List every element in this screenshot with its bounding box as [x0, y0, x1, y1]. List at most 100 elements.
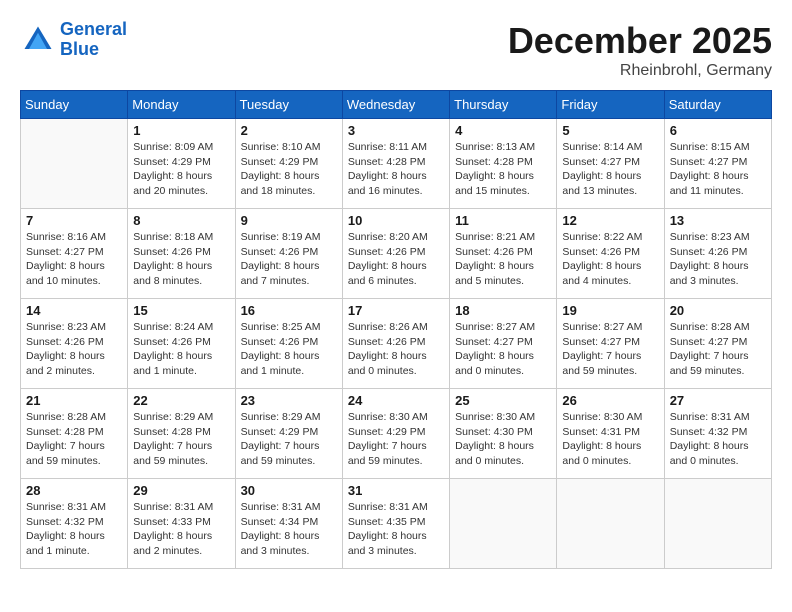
day-number: 22 [133, 393, 229, 408]
calendar-cell: 18 Sunrise: 8:27 AMSunset: 4:27 PMDayligh… [450, 299, 557, 389]
day-number: 6 [670, 123, 766, 138]
day-info: Sunrise: 8:28 AMSunset: 4:28 PMDaylight:… [26, 410, 122, 469]
calendar-cell: 12 Sunrise: 8:22 AMSunset: 4:26 PMDayligh… [557, 209, 664, 299]
day-info: Sunrise: 8:18 AMSunset: 4:26 PMDaylight:… [133, 230, 229, 289]
calendar-cell: 29 Sunrise: 8:31 AMSunset: 4:33 PMDayligh… [128, 479, 235, 569]
day-number: 18 [455, 303, 551, 318]
calendar-cell: 6 Sunrise: 8:15 AMSunset: 4:27 PMDaylight… [664, 119, 771, 209]
calendar-cell [21, 119, 128, 209]
calendar-cell: 20 Sunrise: 8:28 AMSunset: 4:27 PMDayligh… [664, 299, 771, 389]
calendar-cell: 25 Sunrise: 8:30 AMSunset: 4:30 PMDayligh… [450, 389, 557, 479]
calendar-cell: 2Sunrise: 8:10 AMSunset: 4:29 PMDaylight… [235, 119, 342, 209]
day-number: 29 [133, 483, 229, 498]
day-number: 15 [133, 303, 229, 318]
day-number: 4 [455, 123, 551, 138]
day-info: Sunrise: 8:14 AMSunset: 4:27 PMDaylight:… [562, 140, 658, 199]
calendar-cell: 4Sunrise: 8:13 AMSunset: 4:28 PMDaylight… [450, 119, 557, 209]
calendar-cell: 27 Sunrise: 8:31 AMSunset: 4:32 PMDayligh… [664, 389, 771, 479]
day-info: Sunrise: 8:21 AMSunset: 4:26 PMDaylight:… [455, 230, 551, 289]
day-number: 20 [670, 303, 766, 318]
weekday-header-saturday: Saturday [664, 91, 771, 119]
day-info: Sunrise: 8:27 AMSunset: 4:27 PMDaylight:… [562, 320, 658, 379]
day-number: 28 [26, 483, 122, 498]
day-number: 25 [455, 393, 551, 408]
location: Rheinbrohl, Germany [508, 62, 772, 80]
day-info: Sunrise: 8:31 AMSunset: 4:34 PMDaylight:… [241, 500, 337, 559]
day-number: 26 [562, 393, 658, 408]
calendar-cell: 23 Sunrise: 8:29 AMSunset: 4:29 PMDayligh… [235, 389, 342, 479]
calendar-cell: 22 Sunrise: 8:29 AMSunset: 4:28 PMDayligh… [128, 389, 235, 479]
day-info: Sunrise: 8:10 AMSunset: 4:29 PMDaylight:… [241, 140, 337, 199]
weekday-header-tuesday: Tuesday [235, 91, 342, 119]
calendar-cell [557, 479, 664, 569]
week-row-1: 7 Sunrise: 8:16 AMSunset: 4:27 PMDaylight… [21, 209, 772, 299]
day-info: Sunrise: 8:16 AMSunset: 4:27 PMDaylight:… [26, 230, 122, 289]
weekday-header-row: SundayMondayTuesdayWednesdayThursdayFrid… [21, 91, 772, 119]
day-info: Sunrise: 8:23 AMSunset: 4:26 PMDaylight:… [26, 320, 122, 379]
calendar-cell: 19 Sunrise: 8:27 AMSunset: 4:27 PMDayligh… [557, 299, 664, 389]
calendar-cell: 13Sunrise: 8:23 AMSunset: 4:26 PMDayligh… [664, 209, 771, 299]
week-row-0: 1Sunrise: 8:09 AMSunset: 4:29 PMDaylight… [21, 119, 772, 209]
logo-line2: Blue [60, 39, 99, 59]
day-info: Sunrise: 8:19 AMSunset: 4:26 PMDaylight:… [241, 230, 337, 289]
calendar-cell: 31Sunrise: 8:31 AMSunset: 4:35 PMDayligh… [342, 479, 449, 569]
calendar-cell: 24Sunrise: 8:30 AMSunset: 4:29 PMDayligh… [342, 389, 449, 479]
day-info: Sunrise: 8:11 AMSunset: 4:28 PMDaylight:… [348, 140, 444, 199]
calendar-cell [450, 479, 557, 569]
day-info: Sunrise: 8:25 AMSunset: 4:26 PMDaylight:… [241, 320, 337, 379]
calendar-cell: 15 Sunrise: 8:24 AMSunset: 4:26 PMDayligh… [128, 299, 235, 389]
day-number: 23 [241, 393, 337, 408]
day-number: 7 [26, 213, 122, 228]
logo-icon [20, 22, 56, 58]
calendar-cell: 8Sunrise: 8:18 AMSunset: 4:26 PMDaylight… [128, 209, 235, 299]
day-info: Sunrise: 8:27 AMSunset: 4:27 PMDaylight:… [455, 320, 551, 379]
week-row-2: 14 Sunrise: 8:23 AMSunset: 4:26 PMDayligh… [21, 299, 772, 389]
logo: General Blue [20, 20, 127, 60]
day-number: 11 [455, 213, 551, 228]
logo-text: General Blue [60, 20, 127, 60]
day-number: 16 [241, 303, 337, 318]
logo-line1: General [60, 19, 127, 39]
calendar-cell: 9Sunrise: 8:19 AMSunset: 4:26 PMDaylight… [235, 209, 342, 299]
day-number: 30 [241, 483, 337, 498]
day-number: 3 [348, 123, 444, 138]
day-number: 10 [348, 213, 444, 228]
day-number: 19 [562, 303, 658, 318]
title-area: December 2025 Rheinbrohl, Germany [508, 20, 772, 80]
header: General Blue December 2025 Rheinbrohl, G… [20, 20, 772, 80]
calendar-cell: 16 Sunrise: 8:25 AMSunset: 4:26 PMDayligh… [235, 299, 342, 389]
day-number: 21 [26, 393, 122, 408]
day-info: Sunrise: 8:29 AMSunset: 4:28 PMDaylight:… [133, 410, 229, 469]
day-number: 14 [26, 303, 122, 318]
day-info: Sunrise: 8:30 AMSunset: 4:29 PMDaylight:… [348, 410, 444, 469]
calendar-cell: 11 Sunrise: 8:21 AMSunset: 4:26 PMDayligh… [450, 209, 557, 299]
day-info: Sunrise: 8:09 AMSunset: 4:29 PMDaylight:… [133, 140, 229, 199]
day-number: 5 [562, 123, 658, 138]
day-info: Sunrise: 8:29 AMSunset: 4:29 PMDaylight:… [241, 410, 337, 469]
day-info: Sunrise: 8:15 AMSunset: 4:27 PMDaylight:… [670, 140, 766, 199]
calendar: SundayMondayTuesdayWednesdayThursdayFrid… [20, 90, 772, 569]
day-info: Sunrise: 8:24 AMSunset: 4:26 PMDaylight:… [133, 320, 229, 379]
calendar-cell: 5 Sunrise: 8:14 AMSunset: 4:27 PMDaylight… [557, 119, 664, 209]
day-number: 12 [562, 213, 658, 228]
week-row-3: 21 Sunrise: 8:28 AMSunset: 4:28 PMDayligh… [21, 389, 772, 479]
calendar-cell: 7 Sunrise: 8:16 AMSunset: 4:27 PMDaylight… [21, 209, 128, 299]
day-info: Sunrise: 8:22 AMSunset: 4:26 PMDaylight:… [562, 230, 658, 289]
day-info: Sunrise: 8:31 AMSunset: 4:32 PMDaylight:… [670, 410, 766, 469]
weekday-header-friday: Friday [557, 91, 664, 119]
week-row-4: 28 Sunrise: 8:31 AMSunset: 4:32 PMDayligh… [21, 479, 772, 569]
day-info: Sunrise: 8:28 AMSunset: 4:27 PMDaylight:… [670, 320, 766, 379]
calendar-cell: 28 Sunrise: 8:31 AMSunset: 4:32 PMDayligh… [21, 479, 128, 569]
calendar-cell: 10 Sunrise: 8:20 AMSunset: 4:26 PMDayligh… [342, 209, 449, 299]
day-number: 27 [670, 393, 766, 408]
day-info: Sunrise: 8:31 AMSunset: 4:35 PMDaylight:… [348, 500, 444, 559]
month-title: December 2025 [508, 20, 772, 62]
day-info: Sunrise: 8:20 AMSunset: 4:26 PMDaylight:… [348, 230, 444, 289]
day-info: Sunrise: 8:30 AMSunset: 4:30 PMDaylight:… [455, 410, 551, 469]
calendar-cell: 14 Sunrise: 8:23 AMSunset: 4:26 PMDayligh… [21, 299, 128, 389]
day-info: Sunrise: 8:31 AMSunset: 4:33 PMDaylight:… [133, 500, 229, 559]
calendar-cell: 21 Sunrise: 8:28 AMSunset: 4:28 PMDayligh… [21, 389, 128, 479]
weekday-header-monday: Monday [128, 91, 235, 119]
day-info: Sunrise: 8:31 AMSunset: 4:32 PMDaylight:… [26, 500, 122, 559]
weekday-header-sunday: Sunday [21, 91, 128, 119]
